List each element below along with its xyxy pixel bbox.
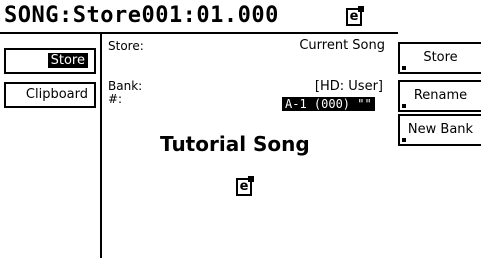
tab-clipboard-label: Clipboard [25,87,88,102]
store-source-label: Store: [108,39,144,53]
panel-divider [100,34,102,258]
new-bank-button[interactable]: New Bank [398,114,481,146]
song-document-icon: e [346,6,364,26]
bank-value[interactable]: [HD: User] [315,80,383,94]
tab-clipboard[interactable]: Clipboard [4,82,96,108]
store-source-value[interactable]: Current Song [299,39,385,53]
number-label: #: [108,92,123,106]
store-button[interactable]: Store [398,42,481,74]
title-divider [0,32,398,34]
song-number-field[interactable]: A-1 (000) "" [282,97,375,111]
rename-button[interactable]: Rename [398,80,481,112]
tab-store[interactable]: Store [4,48,96,74]
song-name: Tutorial Song [160,132,310,156]
screen-title: SONG:Store001:01.000 [4,3,279,28]
tab-store-label: Store [47,53,88,68]
song-document-icon: e [236,176,254,196]
